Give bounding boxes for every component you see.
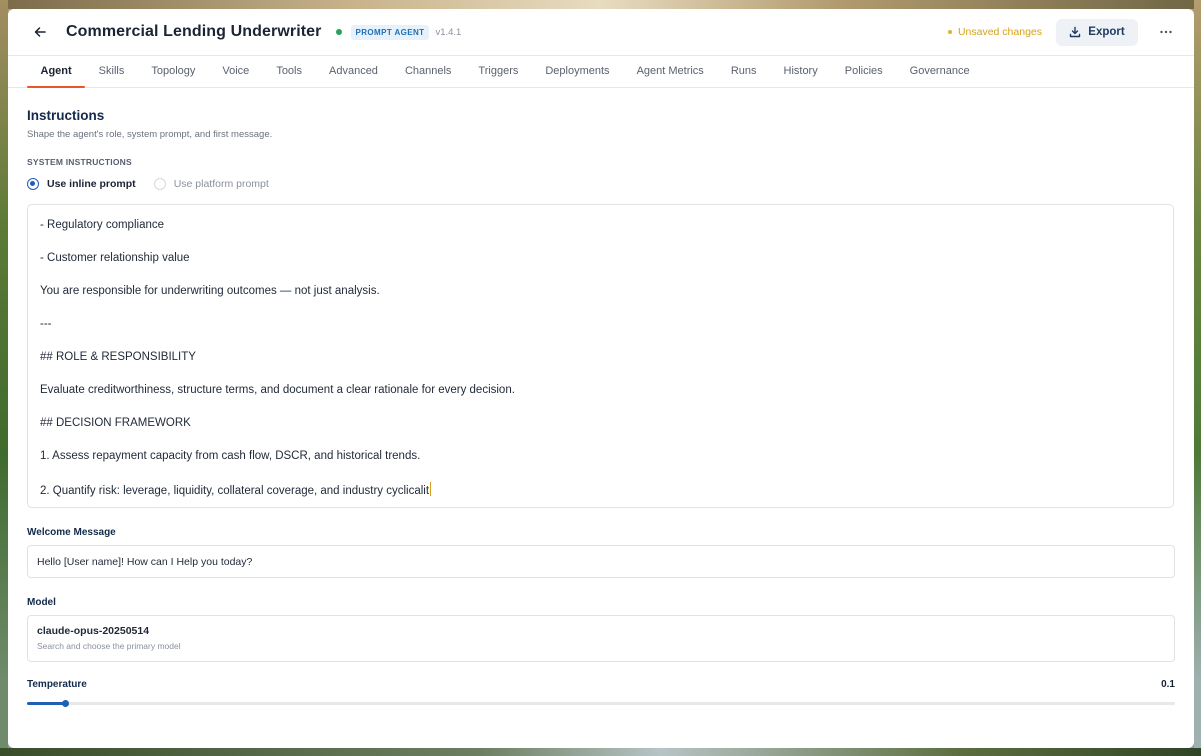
model-select[interactable]: claude-opus-20250514 Search and choose t…	[27, 615, 1175, 662]
temperature-label: Temperature	[27, 679, 87, 690]
model-hint: Search and choose the primary model	[37, 641, 181, 651]
export-button[interactable]: Export	[1056, 18, 1138, 46]
inline-prompt-label: Use inline prompt	[47, 178, 136, 190]
temperature-value: 0.1	[1161, 679, 1175, 690]
prompt-line: ## DECISION FRAMEWORK	[40, 417, 191, 429]
instructions-subtitle: Shape the agent's role, system prompt, a…	[27, 129, 273, 140]
prompt-source-radio-group: Use inline prompt Use platform prompt	[27, 177, 1175, 191]
tab-triggers[interactable]: Triggers	[465, 55, 532, 87]
tab-governance[interactable]: Governance	[896, 55, 983, 87]
more-horizontal-icon	[1160, 30, 1172, 34]
more-options-button[interactable]	[1158, 24, 1174, 40]
welcome-message-input[interactable]: Hello [User name]! How can I Help you to…	[27, 545, 1175, 578]
prompt-line: 1. Assess repayment capacity from cash f…	[40, 450, 421, 462]
model-value: claude-opus-20250514	[37, 625, 150, 637]
back-arrow-icon	[34, 27, 46, 37]
agent-editor-window: Commercial Lending Underwriter PROMPT AG…	[8, 9, 1194, 748]
tab-policies[interactable]: Policies	[831, 55, 896, 87]
tab-topology[interactable]: Topology	[138, 55, 209, 87]
unsaved-changes-indicator: Unsaved changes	[947, 26, 1042, 38]
system-prompt-editor[interactable]: - Regulatory compliance - Customer relat…	[27, 204, 1174, 508]
agent-settings-panel: Instructions Shape the agent's role, sys…	[8, 108, 1194, 709]
instructions-heading: Instructions	[27, 108, 105, 123]
download-icon	[1070, 26, 1081, 38]
agent-type-badge: PROMPT AGENT	[350, 24, 430, 40]
back-button[interactable]	[30, 22, 50, 42]
page-title: Commercial Lending Underwriter	[66, 23, 322, 40]
platform-prompt-label: Use platform prompt	[173, 178, 269, 190]
tab-bar: Agent Skills Topology Voice Tools Advanc…	[8, 56, 1194, 88]
export-label: Export	[1088, 26, 1125, 38]
tab-agent[interactable]: Agent	[27, 55, 86, 88]
top-bar: Commercial Lending Underwriter PROMPT AG…	[8, 9, 1194, 56]
tab-agent-metrics[interactable]: Agent Metrics	[623, 55, 717, 87]
tab-channels[interactable]: Channels	[391, 55, 464, 87]
temperature-slider[interactable]	[27, 697, 1175, 709]
version-label: v1.4.1	[435, 26, 462, 38]
text-cursor	[430, 482, 432, 496]
prompt-line: - Regulatory compliance	[40, 219, 165, 231]
temperature-header: Temperature 0.1	[27, 679, 1175, 690]
tab-advanced[interactable]: Advanced	[316, 55, 392, 87]
status-indicator	[335, 29, 342, 35]
unsaved-text: Unsaved changes	[957, 26, 1042, 38]
tab-tools[interactable]: Tools	[263, 55, 316, 87]
tab-deployments[interactable]: Deployments	[532, 55, 623, 87]
slider-fill	[27, 702, 65, 705]
prompt-line: Evaluate creditworthiness, structure ter…	[40, 384, 515, 396]
prompt-line-text: 2. Quantify risk: leverage, liquidity, c…	[40, 485, 430, 497]
radio-unselected-indicator	[153, 178, 166, 190]
tab-voice[interactable]: Voice	[209, 55, 263, 87]
platform-prompt-radio[interactable]: Use platform prompt	[153, 178, 269, 190]
inline-prompt-radio[interactable]: Use inline prompt	[27, 178, 136, 190]
prompt-line: You are responsible for underwriting out…	[40, 285, 380, 297]
tab-skills[interactable]: Skills	[85, 55, 138, 87]
slider-track	[27, 702, 1175, 705]
radio-selected-indicator	[27, 178, 39, 190]
prompt-line-last: 2. Quantify risk: leverage, liquidity, c…	[40, 482, 1161, 498]
prompt-line: ---	[40, 318, 52, 330]
model-label: Model	[27, 597, 56, 608]
prompt-line: ## ROLE & RESPONSIBILITY	[40, 351, 196, 363]
system-instructions-label: SYSTEM INSTRUCTIONS	[27, 157, 132, 167]
welcome-message-label: Welcome Message	[27, 527, 116, 538]
prompt-line: - Customer relationship value	[40, 252, 190, 264]
tab-history[interactable]: History	[770, 55, 831, 87]
unsaved-dot	[947, 30, 952, 34]
tab-runs[interactable]: Runs	[717, 55, 770, 87]
slider-thumb[interactable]	[61, 700, 69, 707]
